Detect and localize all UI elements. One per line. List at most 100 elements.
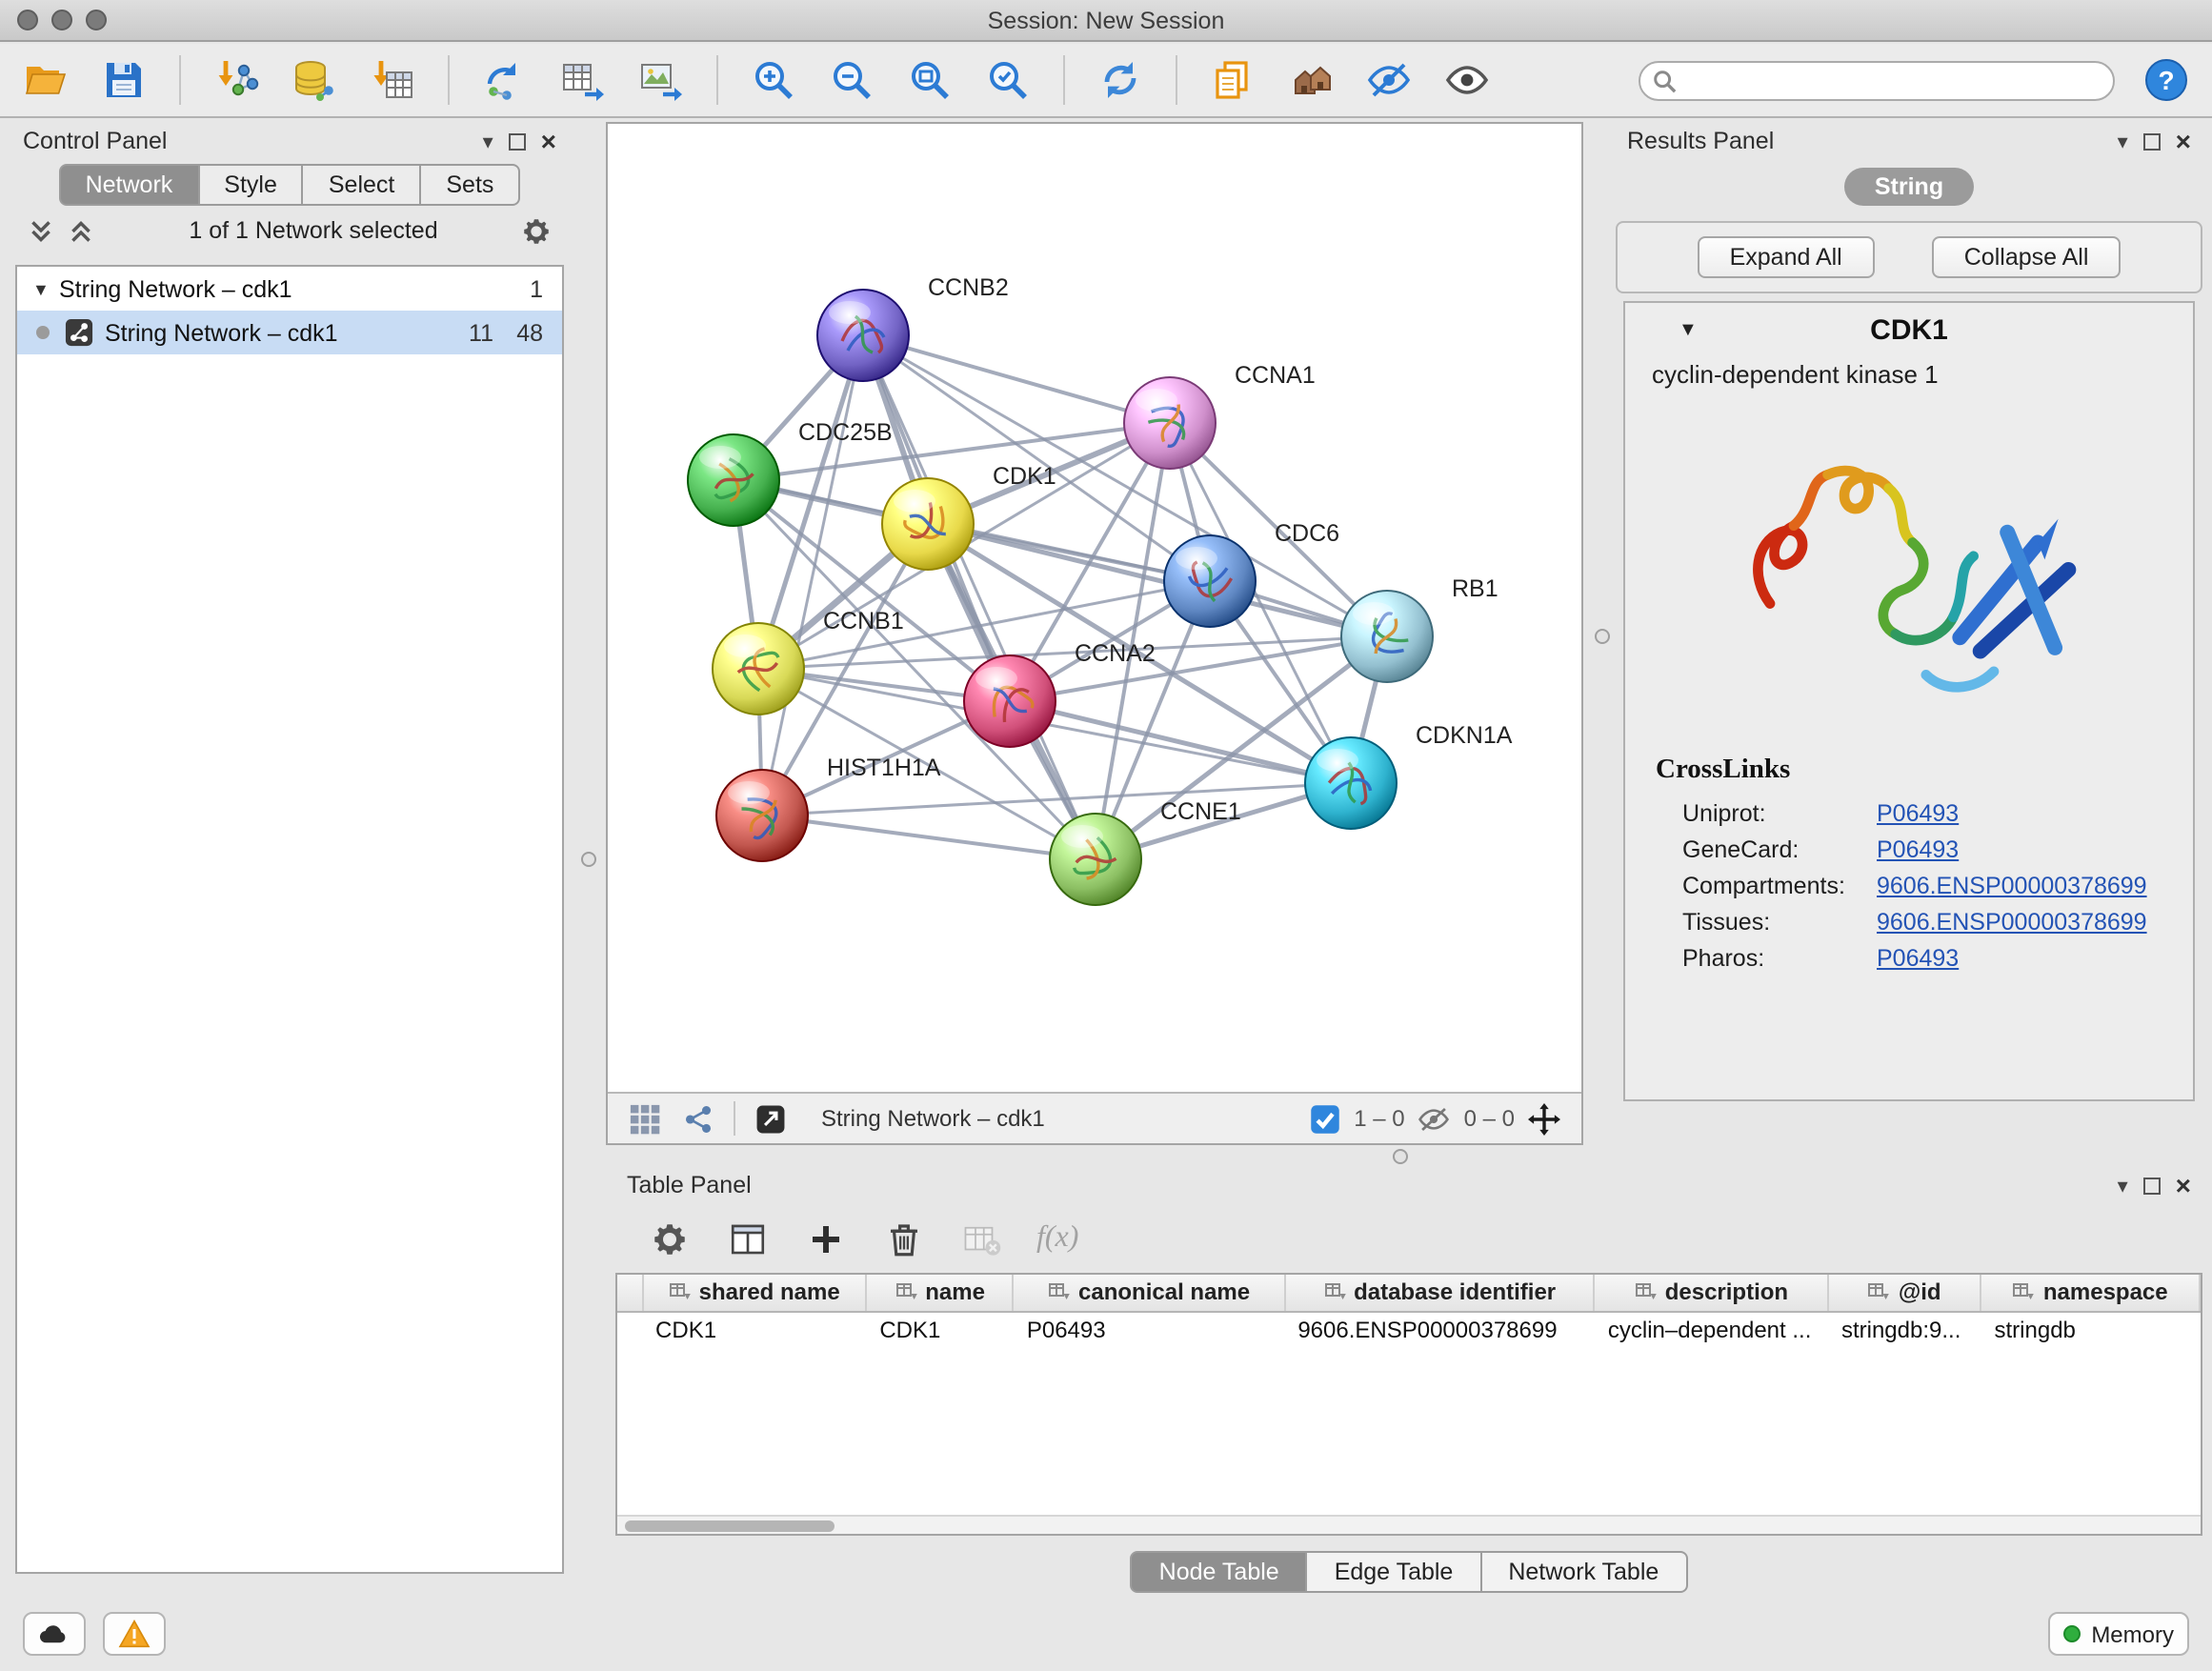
splitter-handle[interactable] <box>1595 629 1610 644</box>
column-header[interactable]: database identifier <box>1284 1275 1595 1311</box>
splitter-handle[interactable] <box>1393 1149 1408 1164</box>
export-image-button[interactable] <box>634 53 688 107</box>
table-cell[interactable]: CDK1 <box>642 1311 866 1347</box>
network-node-CDKN1A[interactable] <box>1305 737 1397 829</box>
tab-node-table[interactable]: Node Table <box>1131 1551 1308 1593</box>
disclosure-triangle-icon[interactable]: ▼ <box>32 279 59 298</box>
column-header[interactable]: @id <box>1828 1275 1981 1311</box>
crosslink-link[interactable]: P06493 <box>1877 836 1959 862</box>
zoom-window-button[interactable] <box>86 10 107 30</box>
crosslink-link[interactable]: P06493 <box>1877 944 1959 971</box>
pan-mode-icon[interactable] <box>1526 1100 1562 1137</box>
panel-menu-icon[interactable]: ▾ <box>2118 1173 2128 1198</box>
close-panel-icon[interactable]: × <box>2176 132 2191 150</box>
save-session-button[interactable] <box>97 53 151 107</box>
import-network-file-button[interactable] <box>210 53 263 107</box>
tab-edge-table[interactable]: Edge Table <box>1308 1551 1482 1593</box>
close-panel-icon[interactable]: × <box>2176 1177 2191 1194</box>
network-overview-icon[interactable] <box>680 1100 716 1137</box>
warnings-button[interactable] <box>103 1612 166 1656</box>
collapse-triangle-icon[interactable]: ▼ <box>1679 319 1698 340</box>
protein-header-row[interactable]: ▼ CDK1 <box>1625 303 2193 356</box>
column-header[interactable]: canonical name <box>1014 1275 1284 1311</box>
network-node-CCNA2[interactable] <box>964 655 1056 747</box>
table-cell[interactable]: 9606.ENSP00000378699 <box>1284 1311 1595 1347</box>
table-cell[interactable]: P06493 <box>1014 1311 1284 1347</box>
network-node-CCNE1[interactable] <box>1050 814 1141 905</box>
apply-layout-button[interactable] <box>1094 53 1147 107</box>
close-panel-icon[interactable]: × <box>541 132 556 150</box>
cytoscape-window: Session: New Session ? Control <box>0 0 2212 1671</box>
network-node-RB1[interactable] <box>1341 591 1433 682</box>
create-column-button[interactable] <box>802 1216 848 1261</box>
float-panel-icon[interactable] <box>509 132 526 150</box>
network-node-HIST1H1A[interactable] <box>716 770 808 861</box>
tab-select[interactable]: Select <box>304 164 422 206</box>
network-node-CDC6[interactable] <box>1164 535 1256 627</box>
network-node-CCNB2[interactable] <box>817 290 909 381</box>
network-options-gear-icon[interactable] <box>520 214 553 247</box>
table-cell[interactable]: stringdb <box>1981 1311 2201 1347</box>
column-header[interactable]: shared name <box>642 1275 866 1311</box>
zoom-selected-button[interactable] <box>981 53 1035 107</box>
column-header[interactable]: name <box>866 1275 1014 1311</box>
table-cell[interactable]: cyclin–dependent ... <box>1595 1311 1828 1347</box>
delete-column-button[interactable] <box>880 1216 926 1261</box>
network-node-CDK1[interactable] <box>882 478 974 570</box>
show-button[interactable] <box>1440 53 1494 107</box>
table-cell[interactable]: stringdb:9... <box>1828 1311 1981 1347</box>
open-session-button[interactable] <box>19 53 72 107</box>
scrollbar-thumb[interactable] <box>625 1520 835 1531</box>
export-table-button[interactable] <box>556 53 610 107</box>
float-panel-icon[interactable] <box>2143 1177 2161 1194</box>
tab-style[interactable]: Style <box>199 164 304 206</box>
minimize-window-button[interactable] <box>51 10 72 30</box>
birds-eye-grid-icon[interactable] <box>627 1100 663 1137</box>
tab-network-table[interactable]: Network Table <box>1481 1551 1687 1593</box>
float-panel-icon[interactable] <box>2143 132 2161 150</box>
column-header[interactable]: namespace <box>1981 1275 2201 1311</box>
horizontal-scrollbar[interactable] <box>617 1515 2201 1534</box>
cloud-status-button[interactable] <box>23 1612 86 1656</box>
collapse-all-button[interactable]: Collapse All <box>1932 236 2122 278</box>
selected-nodes-checkbox-icon[interactable] <box>1306 1100 1342 1137</box>
network-canvas[interactable]: CCNB2CCNA1CDC25BCDK1CDC6RB1CCNB1CCNA2CDK… <box>608 124 1581 1092</box>
tab-sets[interactable]: Sets <box>421 164 520 206</box>
column-header[interactable]: description <box>1595 1275 1828 1311</box>
crosslink-link[interactable]: 9606.ENSP00000378699 <box>1877 872 2147 898</box>
tree-row-collection[interactable]: ▼ String Network – cdk1 1 <box>17 267 562 311</box>
panel-menu-icon[interactable]: ▾ <box>483 129 493 153</box>
help-button[interactable]: ? <box>2140 53 2193 107</box>
clone-network-button[interactable] <box>478 53 532 107</box>
network-node-CCNB1[interactable] <box>713 623 804 715</box>
crosslink-link[interactable]: P06493 <box>1877 799 1959 826</box>
crosslink-link[interactable]: 9606.ENSP00000378699 <box>1877 908 2147 935</box>
tab-network[interactable]: Network <box>59 164 200 206</box>
table-cell[interactable]: CDK1 <box>866 1311 1014 1347</box>
import-network-database-button[interactable] <box>288 53 341 107</box>
splitter-handle[interactable] <box>581 852 596 867</box>
zoom-fit-button[interactable] <box>903 53 956 107</box>
show-columns-button[interactable] <box>724 1216 770 1261</box>
tree-row-network[interactable]: String Network – cdk1 11 48 <box>17 311 562 354</box>
hide-unhide-button[interactable] <box>1362 53 1416 107</box>
close-window-button[interactable] <box>17 10 38 30</box>
memory-button[interactable]: Memory <box>2047 1612 2189 1656</box>
network-node-CDC25B[interactable] <box>688 434 779 526</box>
collapse-all-icon[interactable] <box>67 216 95 245</box>
hidden-items-eye-icon[interactable] <box>1417 1100 1453 1137</box>
string-tab-badge[interactable]: String <box>1844 168 1974 206</box>
zoom-in-button[interactable] <box>747 53 800 107</box>
string-home-button[interactable] <box>1284 53 1337 107</box>
panel-menu-icon[interactable]: ▾ <box>2118 129 2128 153</box>
import-table-button[interactable] <box>366 53 419 107</box>
expand-all-icon[interactable] <box>27 216 55 245</box>
expand-all-button[interactable]: Expand All <box>1698 236 1875 278</box>
table-row[interactable]: CDK1CDK1P064939606.ENSP00000378699cyclin… <box>617 1311 2200 1347</box>
search-input[interactable] <box>1639 60 2115 100</box>
annotation-mode-icon[interactable] <box>753 1100 789 1137</box>
table-options-button[interactable] <box>646 1216 692 1261</box>
network-node-CCNA1[interactable] <box>1124 377 1216 469</box>
zoom-out-button[interactable] <box>825 53 878 107</box>
copy-documents-button[interactable] <box>1206 53 1259 107</box>
